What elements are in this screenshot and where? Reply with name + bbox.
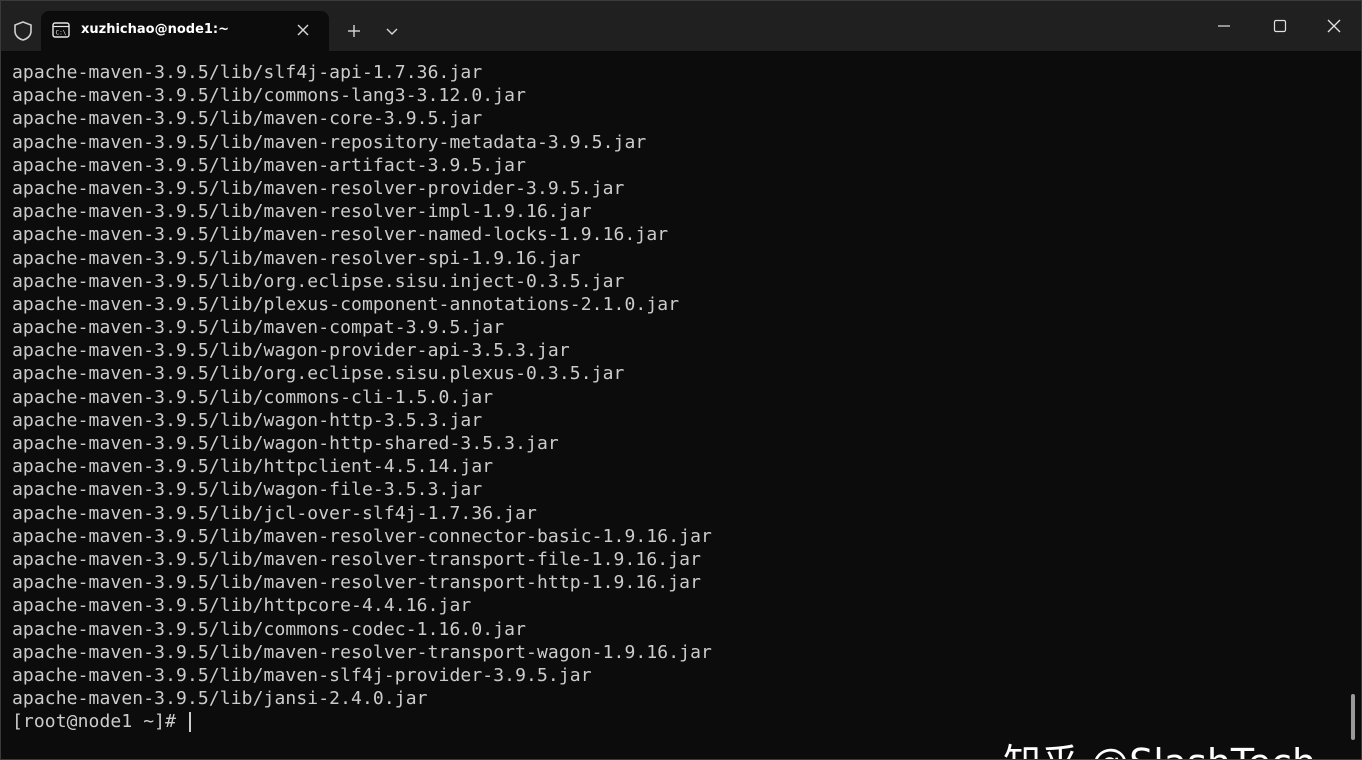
tab-title: xuzhichao@node1:~ bbox=[81, 22, 230, 37]
scrollbar[interactable] bbox=[1351, 694, 1355, 740]
output-line: apache-maven-3.9.5/lib/commons-lang3-3.1… bbox=[12, 85, 527, 107]
shield-icon[interactable] bbox=[12, 20, 34, 42]
output-line: apache-maven-3.9.5/lib/commons-cli-1.5.0… bbox=[12, 386, 494, 408]
output-line: apache-maven-3.9.5/lib/maven-resolver-pr… bbox=[12, 177, 625, 199]
output-line: apache-maven-3.9.5/lib/maven-resolver-co… bbox=[12, 525, 712, 547]
terminal-window: C:\ xuzhichao@node1:~ apache-maven-3.9.5… bbox=[0, 0, 1362, 760]
output-lines: apache-maven-3.9.5/lib/slf4j-api-1.7.36.… bbox=[12, 61, 712, 733]
close-window-icon[interactable] bbox=[1323, 15, 1345, 37]
output-line: apache-maven-3.9.5/lib/maven-slf4j-provi… bbox=[12, 664, 592, 686]
watermark: 知乎 @SlashTech bbox=[1003, 732, 1316, 759]
minimize-icon[interactable] bbox=[1213, 15, 1235, 37]
close-icon[interactable] bbox=[295, 22, 311, 38]
output-line: apache-maven-3.9.5/lib/org.eclipse.sisu.… bbox=[12, 363, 625, 385]
svg-text:C:\: C:\ bbox=[56, 30, 67, 37]
output-line: apache-maven-3.9.5/lib/httpclient-4.5.14… bbox=[12, 456, 494, 478]
terminal-output[interactable]: apache-maven-3.9.5/lib/slf4j-api-1.7.36.… bbox=[1, 51, 1347, 759]
output-line: apache-maven-3.9.5/lib/commons-codec-1.1… bbox=[12, 618, 527, 640]
output-line: apache-maven-3.9.5/lib/maven-repository-… bbox=[12, 131, 647, 153]
output-line: apache-maven-3.9.5/lib/plexus-component-… bbox=[12, 293, 680, 315]
tab-terminal[interactable]: C:\ xuzhichao@node1:~ bbox=[41, 11, 329, 51]
prompt-line[interactable]: [root@node1 ~]# bbox=[12, 710, 712, 733]
output-line: apache-maven-3.9.5/lib/jcl-over-slf4j-1.… bbox=[12, 502, 537, 524]
output-line: apache-maven-3.9.5/lib/httpcore-4.4.16.j… bbox=[12, 595, 472, 617]
output-line: apache-maven-3.9.5/lib/maven-resolver-tr… bbox=[12, 548, 702, 570]
output-line: apache-maven-3.9.5/lib/wagon-http-shared… bbox=[12, 433, 559, 454]
title-bar: C:\ xuzhichao@node1:~ bbox=[1, 1, 1361, 51]
output-line: apache-maven-3.9.5/lib/maven-compat-3.9.… bbox=[12, 317, 505, 339]
output-line: apache-maven-3.9.5/lib/wagon-provider-ap… bbox=[12, 340, 570, 362]
output-line: apache-maven-3.9.5/lib/maven-resolver-tr… bbox=[12, 641, 712, 663]
output-line: apache-maven-3.9.5/lib/wagon-http-3.5.3.… bbox=[12, 409, 483, 431]
output-line: apache-maven-3.9.5/lib/maven-core-3.9.5.… bbox=[12, 108, 483, 130]
output-line: apache-maven-3.9.5/lib/maven-resolver-sp… bbox=[12, 247, 581, 269]
terminal-tab-icon: C:\ bbox=[52, 22, 70, 38]
text-cursor bbox=[189, 711, 191, 732]
shell-prompt: [root@node1 ~]# bbox=[12, 711, 187, 733]
maximize-icon[interactable] bbox=[1269, 15, 1291, 37]
chevron-down-icon[interactable] bbox=[382, 21, 402, 41]
output-line: apache-maven-3.9.5/lib/maven-resolver-na… bbox=[12, 224, 669, 246]
output-line: apache-maven-3.9.5/lib/maven-resolver-im… bbox=[12, 201, 592, 223]
output-line: apache-maven-3.9.5/lib/maven-artifact-3.… bbox=[12, 154, 527, 176]
plus-icon[interactable] bbox=[344, 21, 364, 41]
output-line: apache-maven-3.9.5/lib/maven-resolver-tr… bbox=[12, 572, 702, 594]
output-line: apache-maven-3.9.5/lib/org.eclipse.sisu.… bbox=[12, 270, 625, 292]
output-line: apache-maven-3.9.5/lib/wagon-file-3.5.3.… bbox=[12, 479, 483, 501]
output-line: apache-maven-3.9.5/lib/slf4j-api-1.7.36.… bbox=[12, 62, 483, 83]
output-line: apache-maven-3.9.5/lib/jansi-2.4.0.jar bbox=[12, 688, 428, 710]
